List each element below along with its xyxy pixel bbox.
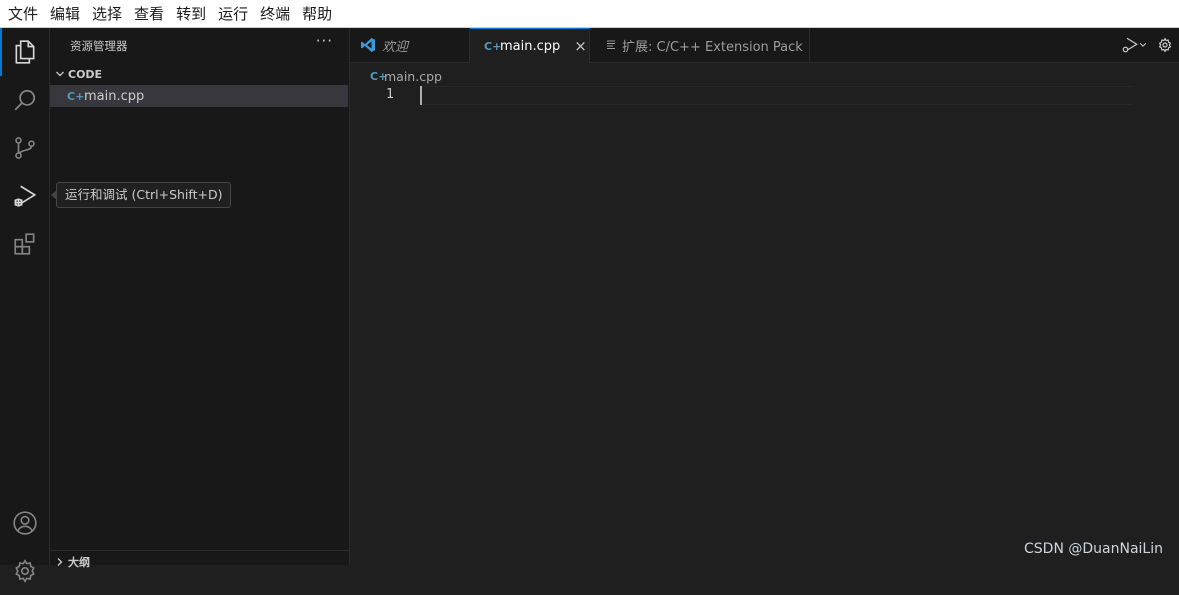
run-debug-tooltip: 运行和调试 (Ctrl+Shift+D) — [50, 182, 232, 208]
menu-help[interactable]: 帮助 — [296, 0, 338, 28]
activity-extensions[interactable] — [0, 220, 50, 268]
tab-welcome[interactable]: 欢迎 — [350, 28, 470, 62]
cpp-file-icon: C+ — [67, 89, 85, 103]
menu-selection[interactable]: 选择 — [86, 0, 128, 28]
explorer-sidebar: 资源管理器 ··· CODE C+ main.cpp 大纲 — [50, 28, 350, 569]
close-icon[interactable]: × — [574, 37, 587, 55]
tab-main-cpp[interactable]: C+ main.cpp × — [470, 28, 590, 63]
tab-extension-pack[interactable]: 扩展: C/C++ Extension Pack — [590, 28, 810, 62]
activity-bar — [0, 28, 50, 583]
gear-icon — [1158, 37, 1172, 53]
menu-go[interactable]: 转到 — [170, 0, 212, 28]
run-debug-dropdown-button[interactable] — [1121, 36, 1147, 54]
workspace-name: CODE — [68, 67, 103, 81]
activity-source-control[interactable] — [0, 124, 50, 172]
file-item-main-cpp[interactable]: C+ main.cpp — [50, 85, 348, 107]
account-icon — [13, 511, 37, 535]
breadcrumb-file: main.cpp — [384, 68, 442, 84]
workspace-section-header[interactable]: CODE — [50, 64, 350, 84]
activity-manage[interactable] — [0, 547, 50, 595]
menu-file[interactable]: 文件 — [2, 0, 44, 28]
extension-pack-icon — [606, 38, 618, 53]
current-line-highlight — [420, 86, 1133, 105]
outline-label: 大纲 — [68, 556, 90, 569]
menu-bar: 文件 编辑 选择 查看 转到 运行 终端 帮助 — [0, 0, 1179, 28]
activity-search[interactable] — [0, 76, 50, 124]
line-number: 1 — [386, 87, 394, 102]
search-icon — [14, 89, 36, 111]
source-control-icon — [15, 137, 35, 159]
watermark: CSDN @DuanNaiLin — [1024, 541, 1163, 557]
menu-view[interactable]: 查看 — [128, 0, 170, 28]
breadcrumb[interactable]: C+ main.cpp — [370, 66, 442, 86]
outline-section-header[interactable]: 大纲 — [50, 550, 350, 573]
files-icon — [15, 40, 35, 64]
menu-terminal[interactable]: 终端 — [254, 0, 296, 28]
activity-explorer[interactable] — [0, 28, 50, 76]
chevron-right-icon — [52, 552, 68, 572]
cpp-file-icon: C+ — [484, 39, 502, 53]
gear-icon — [15, 559, 35, 583]
more-actions-button[interactable]: ··· — [316, 32, 333, 50]
tab-label: 扩展: C/C++ Extension Pack — [622, 39, 803, 55]
editor-settings-button[interactable] — [1157, 37, 1173, 53]
tab-label: main.cpp — [500, 38, 561, 54]
chevron-down-icon — [52, 64, 68, 84]
extensions-icon — [14, 233, 35, 255]
activity-run-debug[interactable] — [0, 172, 50, 220]
text-cursor — [420, 86, 422, 105]
editor-area[interactable]: C+ main.cpp 1 — [350, 63, 1179, 565]
activity-accounts[interactable] — [0, 499, 50, 547]
editor-actions — [1121, 28, 1179, 62]
editor-tab-bar: 欢迎 C+ main.cpp × 扩展: C/C++ Extension Pac… — [350, 28, 1179, 63]
tab-label: 欢迎 — [382, 39, 409, 55]
cpp-file-icon: C+ — [370, 69, 388, 83]
menu-edit[interactable]: 编辑 — [44, 0, 86, 28]
run-debug-icon — [1122, 37, 1138, 53]
run-debug-icon — [14, 185, 37, 207]
chevron-down-icon — [1139, 43, 1147, 47]
sidebar-title: 资源管理器 — [70, 39, 128, 53]
file-name: main.cpp — [84, 88, 145, 104]
vscode-logo-icon — [360, 37, 376, 53]
menu-run[interactable]: 运行 — [212, 0, 254, 28]
